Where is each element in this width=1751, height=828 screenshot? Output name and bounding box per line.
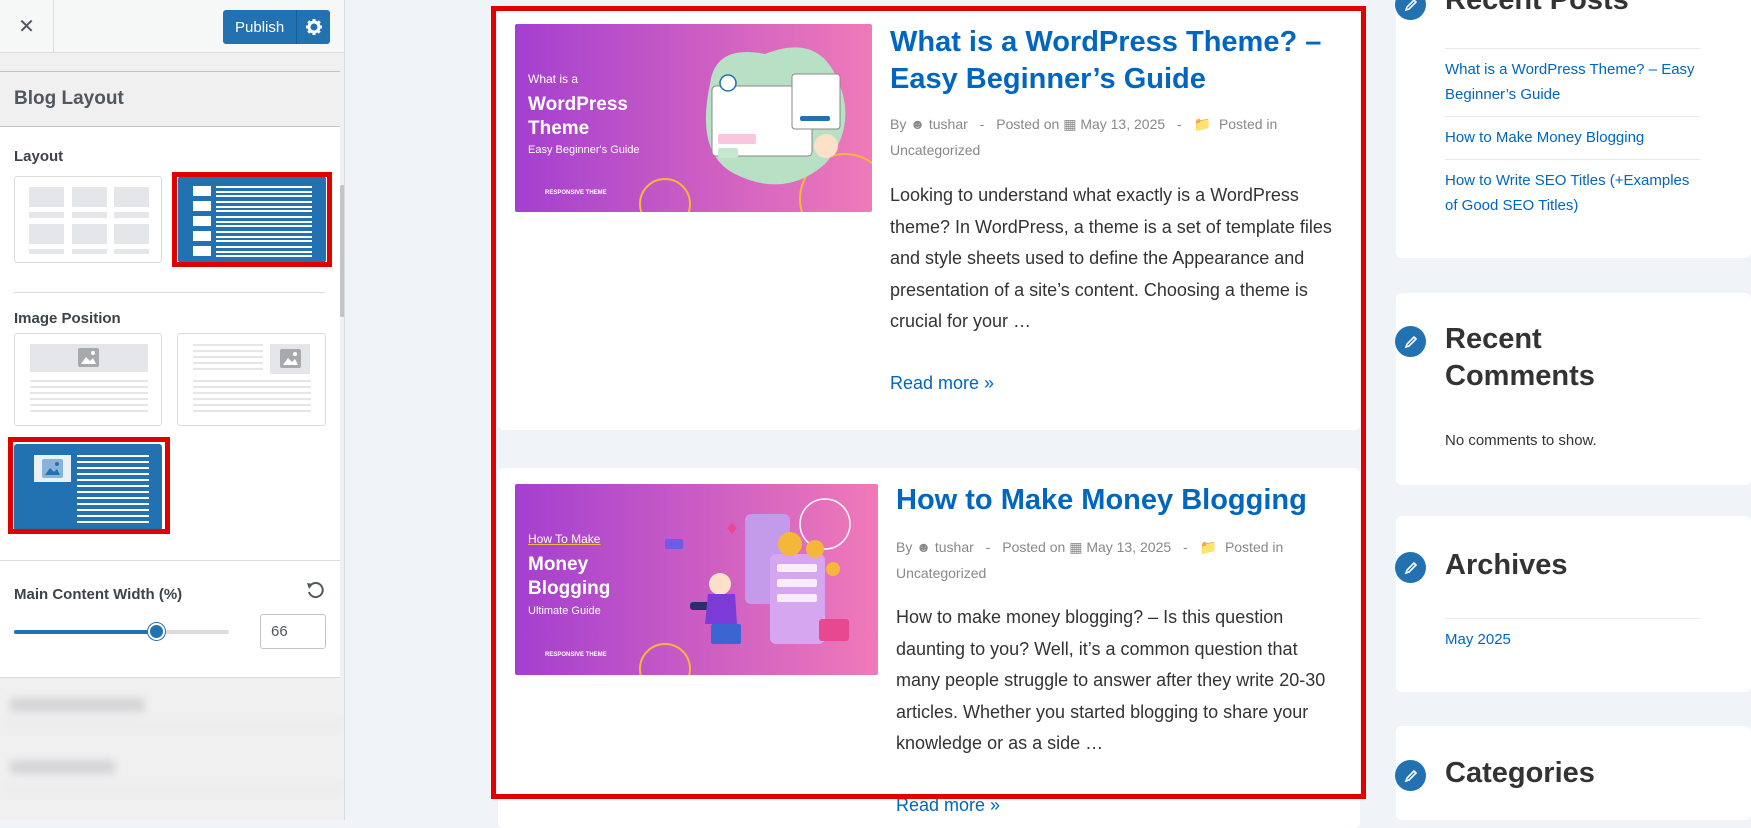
slider-fill [14, 630, 156, 634]
slider-thumb[interactable] [147, 623, 165, 640]
pencil-icon [1395, 0, 1426, 20]
widget-title: Categories [1445, 757, 1595, 789]
main-width-input[interactable]: 66 [260, 614, 326, 649]
pencil-icon [1395, 326, 1426, 357]
image-icon [78, 348, 99, 367]
blurred-label [10, 698, 145, 712]
highlight-box-image-position [8, 437, 170, 534]
widget-separator [1445, 48, 1700, 49]
widget-title: Archives [1445, 549, 1568, 581]
blurred-divider [0, 724, 340, 726]
close-button[interactable]: ✕ [0, 0, 54, 53]
widget-separator [1445, 116, 1700, 117]
publish-button[interactable]: Publish [223, 10, 298, 44]
customizer-header: ✕ Publish [0, 0, 344, 53]
widget-title: Recent Comments [1445, 323, 1595, 392]
image-icon [280, 349, 301, 368]
main-width-label: Main Content Width (%) [14, 586, 183, 603]
publish-settings-button[interactable] [297, 10, 330, 44]
divider [14, 292, 325, 293]
widget-recent-comments: Recent Comments No comments to show. [1395, 293, 1751, 485]
blurred-controls [0, 677, 340, 820]
section-title: Blog Layout [0, 71, 340, 127]
blurred-divider [0, 788, 340, 790]
widget-categories: Categories [1395, 726, 1751, 820]
publish-group: Publish [223, 10, 331, 44]
no-comments-text: No comments to show. [1445, 432, 1597, 449]
blurred-label [10, 760, 115, 774]
recent-post-link[interactable]: What is a WordPress Theme? – Easy Beginn… [1445, 57, 1700, 107]
widget-archives: Archives May 2025 [1395, 516, 1751, 692]
archive-link[interactable]: May 2025 [1445, 627, 1700, 652]
pencil-icon [1395, 760, 1426, 791]
divider [0, 560, 340, 561]
reset-icon[interactable] [306, 581, 325, 600]
layout-option-grid[interactable] [14, 176, 162, 263]
image-position-right[interactable] [177, 333, 326, 426]
pencil-icon [1395, 552, 1426, 583]
image-position-label: Image Position [14, 310, 121, 327]
image-position-top[interactable] [14, 333, 162, 426]
widget-recent-posts: Recent Posts What is a WordPress Theme? … [1395, 0, 1751, 258]
gear-icon [305, 19, 322, 35]
close-icon: ✕ [18, 16, 35, 38]
main-width-slider[interactable] [14, 623, 229, 640]
layout-label: Layout [14, 148, 64, 165]
controls-area: Layout Image Position Main Content Width… [0, 127, 340, 737]
recent-post-link[interactable]: How to Write SEO Titles (+Examples of Go… [1445, 168, 1700, 218]
widget-title: Recent Posts [1445, 0, 1629, 16]
highlight-box-posts [491, 6, 1366, 799]
highlight-box-layout [172, 172, 332, 267]
widget-separator [1445, 618, 1700, 619]
customizer-panel: ✕ Publish Blog Layout Layout Image Posit… [0, 0, 345, 820]
recent-post-link[interactable]: How to Make Money Blogging [1445, 125, 1700, 150]
widget-separator [1445, 159, 1700, 160]
